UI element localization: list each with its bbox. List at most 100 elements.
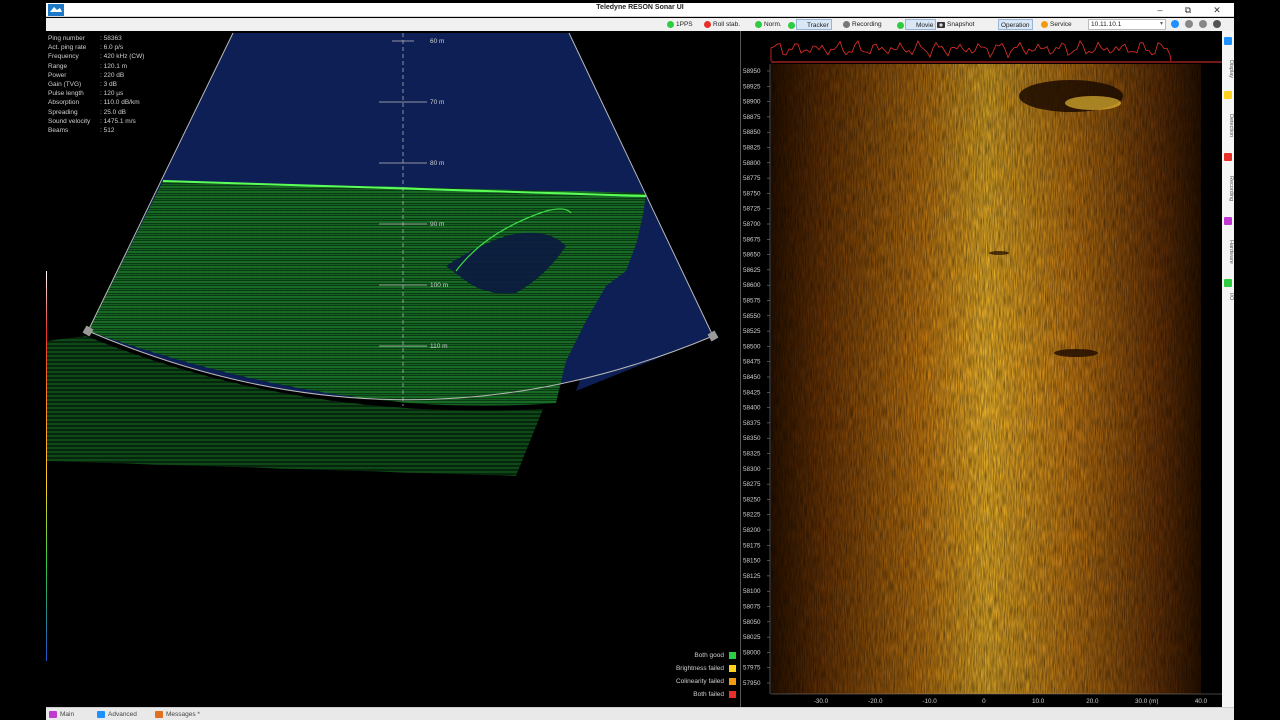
side-tab-io[interactable]: I/O bbox=[1222, 279, 1234, 305]
ping-info-panel: Ping number: 58363 Act. ping rate: 6.0 p… bbox=[48, 34, 144, 135]
color-scale-bar bbox=[46, 271, 47, 661]
status-warn-icon bbox=[1041, 21, 1048, 28]
help-icon[interactable] bbox=[1199, 20, 1207, 28]
info-row-beams: Beams: 512 bbox=[48, 127, 115, 135]
tracker-toggle[interactable]: Tracker bbox=[788, 19, 832, 30]
waterfall-y-tick-label: 58325 bbox=[743, 451, 761, 458]
minimize-button[interactable]: – bbox=[1152, 3, 1168, 17]
waterfall-y-tick-label: 58400 bbox=[743, 405, 761, 412]
side-tab-strip: Display Detection Recording Hardware I/O bbox=[1222, 31, 1234, 707]
operation-label: Operation bbox=[1001, 22, 1030, 29]
status-toolbar: 1PPS Roll stab. Norm. Tracker Recording … bbox=[46, 18, 1234, 31]
range-label-90: 90 m bbox=[430, 221, 444, 228]
legend-swatch-icon bbox=[729, 690, 736, 698]
messages-tab-icon bbox=[155, 711, 163, 718]
side-tab-recording[interactable]: Recording bbox=[1222, 153, 1234, 215]
status-idle-icon bbox=[843, 21, 850, 28]
tab-advanced-label: Advanced bbox=[108, 711, 137, 718]
settings-icon[interactable] bbox=[1185, 20, 1193, 28]
waterfall-y-tick-label: 57975 bbox=[743, 665, 761, 672]
range-label-100: 100 m bbox=[430, 282, 448, 289]
status-norm-label: Norm. bbox=[764, 21, 782, 28]
legend-brightness-failed: Brightness failed bbox=[676, 664, 736, 677]
legend-swatch-icon bbox=[729, 677, 736, 685]
status-roll-stab[interactable]: Roll stab. bbox=[703, 19, 740, 30]
waterfall-y-tick-label: 58850 bbox=[743, 129, 761, 136]
close-button[interactable]: ✕ bbox=[1209, 3, 1225, 17]
legend-swatch-icon bbox=[729, 664, 736, 672]
waterfall-y-tick-label: 57950 bbox=[743, 680, 761, 687]
side-tab-display[interactable]: Display bbox=[1222, 37, 1234, 91]
movie-label: Movie bbox=[916, 22, 934, 29]
status-ok-icon bbox=[788, 22, 795, 29]
side-tab-detection[interactable]: Detection bbox=[1222, 91, 1234, 151]
waterfall-y-tick-label: 58625 bbox=[743, 267, 761, 274]
side-tab-hardware[interactable]: Hardware bbox=[1222, 217, 1234, 277]
tab-messages[interactable]: Messages * bbox=[154, 709, 200, 720]
waterfall-x-tick-label: -10.0 bbox=[922, 698, 937, 705]
info-row-range: Range: 120.1 m bbox=[48, 62, 128, 70]
sonar-app-window: Teledyne RESON Sonar UI – ⧉ ✕ 1PPS Roll … bbox=[46, 3, 1234, 720]
waterfall-y-tick-label: 58025 bbox=[743, 634, 761, 641]
waterfall-y-tick-label: 58875 bbox=[743, 114, 761, 121]
ip-address-value: 10.11.10.1 bbox=[1091, 21, 1122, 28]
waterfall-y-tick-label: 58575 bbox=[743, 298, 761, 305]
waterfall-y-tick-label: 58925 bbox=[743, 83, 761, 90]
restore-button[interactable]: ⧉ bbox=[1180, 3, 1196, 17]
legend-both-failed: Both failed bbox=[676, 690, 736, 703]
range-label-110: 110 m bbox=[430, 343, 448, 350]
waterfall-y-tick-label: 58375 bbox=[743, 420, 761, 427]
tab-main[interactable]: Main bbox=[48, 709, 74, 720]
ip-address-field[interactable]: 10.11.10.1 ▾ bbox=[1088, 19, 1166, 30]
sidescan-waterfall[interactable]: 58950 58925 58900 58875 58850 58825 58800 58775… bbox=[740, 31, 1222, 707]
snapshot-button[interactable]: Snapshot bbox=[937, 19, 974, 30]
operation-mode-button[interactable]: Operation bbox=[998, 19, 1033, 30]
info-row-spreading: Spreading: 25.0 dB bbox=[48, 108, 127, 116]
info-row-power: Power: 220 dB bbox=[48, 71, 125, 79]
recording-toggle[interactable]: Recording bbox=[842, 19, 882, 30]
camera-icon bbox=[937, 22, 945, 28]
tab-main-label: Main bbox=[60, 711, 75, 718]
status-1pps-label: 1PPS bbox=[676, 21, 693, 28]
status-roll-stab-label: Roll stab. bbox=[713, 21, 741, 28]
waterfall-x-tick-label: 10.0 bbox=[1032, 698, 1045, 705]
waterfall-y-tick-label: 58300 bbox=[743, 466, 761, 473]
wedge-canvas[interactable]: 60 m 70 m 80 m 90 m 100 m 110 m bbox=[46, 31, 740, 707]
power-icon[interactable] bbox=[1213, 20, 1221, 28]
status-1pps[interactable]: 1PPS bbox=[666, 19, 693, 30]
waterfall-y-tick-label: 58250 bbox=[743, 496, 761, 503]
waterfall-y-tick-label: 58275 bbox=[743, 481, 761, 488]
info-row-ping-rate: Act. ping rate: 6.0 p/s bbox=[48, 44, 124, 52]
waterfall-y-tick-label: 58200 bbox=[743, 527, 761, 534]
seabed-object bbox=[1054, 349, 1098, 357]
status-norm[interactable]: Norm. bbox=[754, 19, 782, 30]
waterfall-x-tick-label: -20.0 bbox=[868, 698, 883, 705]
status-ok-icon bbox=[897, 22, 904, 29]
range-label-80: 80 m bbox=[430, 160, 444, 167]
waterfall-canvas[interactable]: 58950 58925 58900 58875 58850 58825 58800 58775… bbox=[741, 31, 1222, 707]
waterfall-y-tick-label: 58650 bbox=[743, 252, 761, 259]
tab-messages-label: Messages * bbox=[166, 711, 200, 718]
recording-label: Recording bbox=[852, 21, 882, 28]
tab-advanced[interactable]: Advanced bbox=[96, 709, 137, 720]
advanced-tab-icon bbox=[97, 711, 105, 718]
waterfall-y-tick-label: 58800 bbox=[743, 160, 761, 167]
bottom-tab-bar: Main Advanced Messages * bbox=[46, 707, 1234, 720]
waterfall-y-tick-label: 58600 bbox=[743, 282, 761, 289]
waterfall-y-tick-label: 58825 bbox=[743, 145, 761, 152]
waterfall-x-tick-label: 30.0 (m) bbox=[1135, 698, 1158, 705]
connect-icon[interactable] bbox=[1171, 20, 1179, 28]
detection-legend: Both good Brightness failed Colinearity … bbox=[676, 651, 736, 703]
sonar-wedge-display[interactable]: 60 m 70 m 80 m 90 m 100 m 110 m Ping num… bbox=[46, 31, 740, 707]
waterfall-y-tick-label: 58075 bbox=[743, 604, 761, 611]
info-row-gain: Gain (TVG): 3 dB bbox=[48, 81, 117, 89]
waterfall-x-tick-label: 40.0 bbox=[1195, 698, 1208, 705]
legend-both-good: Both good bbox=[676, 651, 736, 664]
waterfall-y-tick-label: 58125 bbox=[743, 573, 761, 580]
waterfall-y-tick-label: 58100 bbox=[743, 588, 761, 595]
movie-toggle[interactable]: Movie bbox=[897, 19, 937, 30]
service-mode-button[interactable]: Service bbox=[1040, 19, 1072, 30]
waterfall-y-tick-label: 58050 bbox=[743, 619, 761, 626]
info-row-ping-number: Ping number: 58363 bbox=[48, 35, 122, 42]
waterfall-y-tick-label: 58550 bbox=[743, 313, 761, 320]
